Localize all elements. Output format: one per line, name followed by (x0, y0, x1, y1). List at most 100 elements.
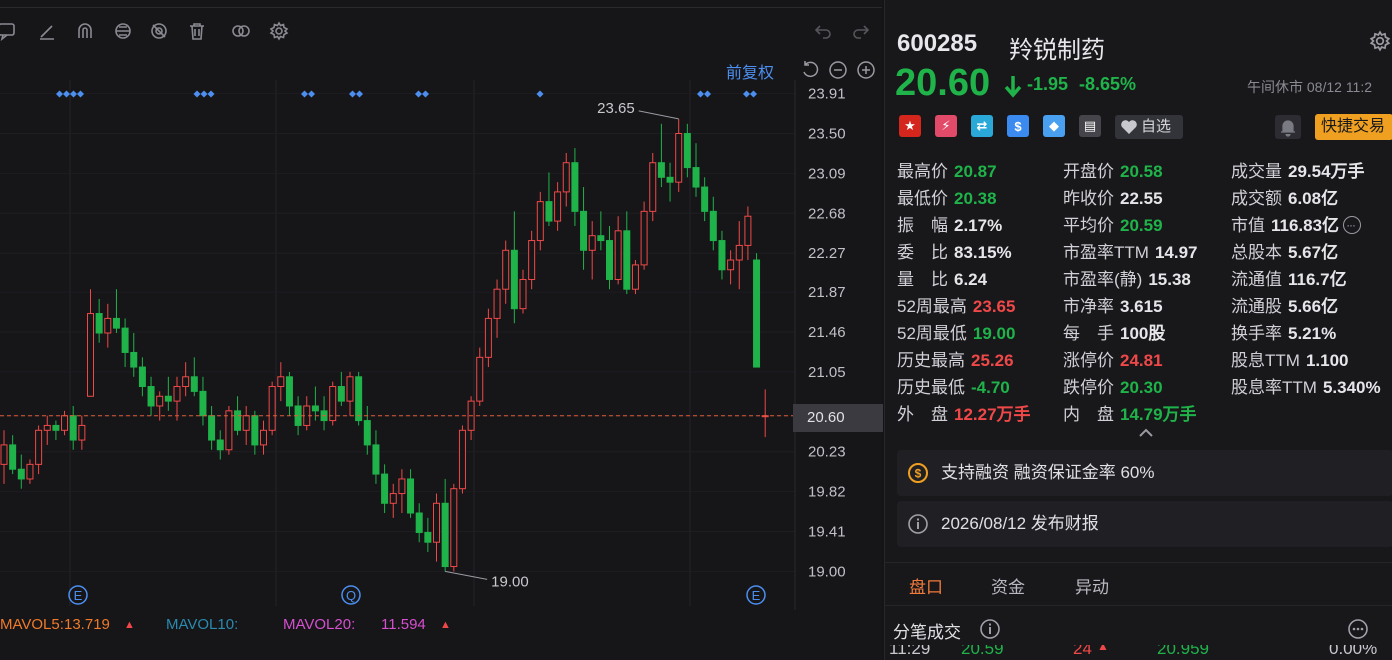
kline-chart-area[interactable]: 前复权 23.65 19.00 23.91 23.50 23.09 22.68 22.27 2… (0, 0, 883, 660)
price-tick-label: 19.82 (808, 484, 846, 501)
price-tick-label: 19.41 (808, 524, 846, 541)
alert-bell-icon[interactable] (1275, 115, 1301, 139)
candle-body (372, 444, 380, 475)
stat-item: 股息TTM 1.100 (1231, 347, 1348, 374)
low-pointer (445, 570, 488, 580)
more-options-icon[interactable] (1347, 618, 1369, 640)
price-tick-label: 22.68 (808, 205, 846, 222)
stat-item: 最高价 20.87 (897, 158, 997, 185)
pencil-icon[interactable] (34, 18, 60, 44)
gear-icon[interactable] (266, 18, 292, 44)
more-icon[interactable] (1343, 212, 1362, 239)
candle-body (17, 468, 25, 480)
price-change-percent: -8.65% (1079, 74, 1137, 94)
candle-body (156, 395, 164, 407)
candle-body (597, 235, 605, 242)
stat-label: 历史最低 (897, 378, 965, 397)
candle-body (381, 473, 389, 504)
candle-body (718, 240, 726, 271)
coin-icon: $ (908, 463, 928, 483)
stat-value: 20.59 (1120, 216, 1163, 235)
shuffle-icon[interactable]: ⇄ (971, 115, 993, 137)
dollar-icon[interactable]: $ (1007, 115, 1029, 137)
candle-body (61, 415, 69, 431)
stat-label: 流通值 (1231, 270, 1282, 289)
link-icon[interactable] (110, 18, 136, 44)
stat-label: 外 盘 (897, 405, 948, 424)
zoom-out-icon[interactable] (828, 60, 848, 80)
candlestick-chart[interactable]: 23.65 19.00 23.91 23.50 23.09 22.68 22.27 21.87… (0, 80, 882, 610)
stat-value: 2.17% (954, 216, 1003, 235)
chevron-up-icon[interactable] (1137, 426, 1155, 438)
tag-icon[interactable]: ◆ (1043, 115, 1065, 137)
current-price-axis-label: 20.60 (793, 404, 883, 432)
lightning-icon[interactable]: ⚡ (935, 115, 957, 137)
candle-body (43, 424, 51, 431)
candle-body (9, 444, 17, 470)
signal-marker-icon (356, 90, 363, 98)
price-tick-label: 21.46 (808, 324, 846, 341)
hide-eye-icon[interactable] (146, 18, 172, 44)
stat-value: 6.08亿 (1288, 189, 1339, 208)
quote-panel: 600285 羚锐制药 20.60 -1.95 -8.65% 午间休市 08/1… (884, 0, 1392, 660)
info-icon[interactable] (979, 618, 1001, 640)
add-watchlist-button[interactable]: 自选 (1115, 115, 1183, 139)
margin-info-card[interactable]: $ 支持融资 融资保证金率 60% (897, 450, 1392, 496)
note-icon[interactable]: ▤ (1079, 115, 1101, 137)
margin-info-text: 支持融资 融资保证金率 60% (941, 463, 1155, 482)
stat-value: 14.79万手 (1120, 405, 1197, 424)
stat-item: 市净率 3.615 (1063, 293, 1163, 320)
stat-item: 52周最低 19.00 (897, 320, 1015, 347)
candle-body (346, 376, 354, 402)
candle-body (398, 478, 406, 495)
stat-label: 52周最高 (897, 297, 967, 316)
mavol5-label: MAVOL5: (0, 616, 64, 633)
candle-body (52, 424, 60, 431)
candle-body (199, 390, 207, 417)
price-tick-label: 19.00 (808, 563, 846, 580)
signal-marker-icon (415, 90, 422, 98)
tab-capital[interactable]: 资金 (991, 573, 1025, 598)
candle-body (311, 405, 319, 412)
stat-item: 股息率TTM 5.340% (1231, 374, 1381, 401)
china-flag-icon[interactable]: ★ (899, 115, 921, 137)
candle-body (433, 502, 440, 543)
redo-icon[interactable] (848, 18, 874, 44)
candle-body (484, 317, 492, 358)
quick-trade-button[interactable]: 快捷交易 (1315, 114, 1392, 140)
trash-icon[interactable] (184, 18, 210, 44)
stat-label: 开盘价 (1063, 162, 1114, 181)
signal-marker-icon (422, 90, 429, 98)
candle-body (95, 313, 103, 334)
candle-body (528, 240, 536, 280)
stock-code: 600285 (897, 30, 978, 57)
reset-icon[interactable] (800, 60, 820, 80)
candle-body (208, 415, 216, 441)
candle-body (493, 288, 501, 319)
compare-icon[interactable] (228, 18, 254, 44)
mavol20-up-icon: ▲ (440, 619, 451, 631)
signal-marker-icon (207, 90, 215, 98)
comment-icon[interactable] (0, 18, 20, 44)
signal-marker-icon (704, 90, 711, 98)
price-tick-label: 21.87 (808, 284, 846, 301)
tick-trade-row: 11:29 20.59 24 ▲ 20.959 0.00% (885, 645, 1392, 660)
mavol5-up-icon: ▲ (124, 619, 135, 631)
tab-movement[interactable]: 异动 (1075, 573, 1109, 598)
stat-value: 5.66亿 (1288, 297, 1339, 316)
candle-body (709, 210, 717, 242)
price-tick-label: 20.23 (808, 444, 846, 461)
candle-body (389, 493, 397, 504)
candle-body (251, 415, 259, 446)
stat-item: 昨收价 22.55 (1063, 185, 1163, 212)
undo-icon[interactable] (810, 18, 836, 44)
settings-gear-icon[interactable] (1369, 30, 1392, 54)
zoom-in-icon[interactable] (856, 60, 876, 80)
stat-value: 15.38 (1148, 270, 1191, 289)
candle-body (441, 502, 449, 568)
tab-orderbook[interactable]: 盘口 (909, 573, 943, 598)
magnet-icon[interactable] (72, 18, 98, 44)
stat-value: -4.70 (971, 378, 1010, 397)
high-pointer (638, 110, 679, 120)
report-info-card[interactable]: 2026/08/12 发布财报 (897, 501, 1392, 547)
